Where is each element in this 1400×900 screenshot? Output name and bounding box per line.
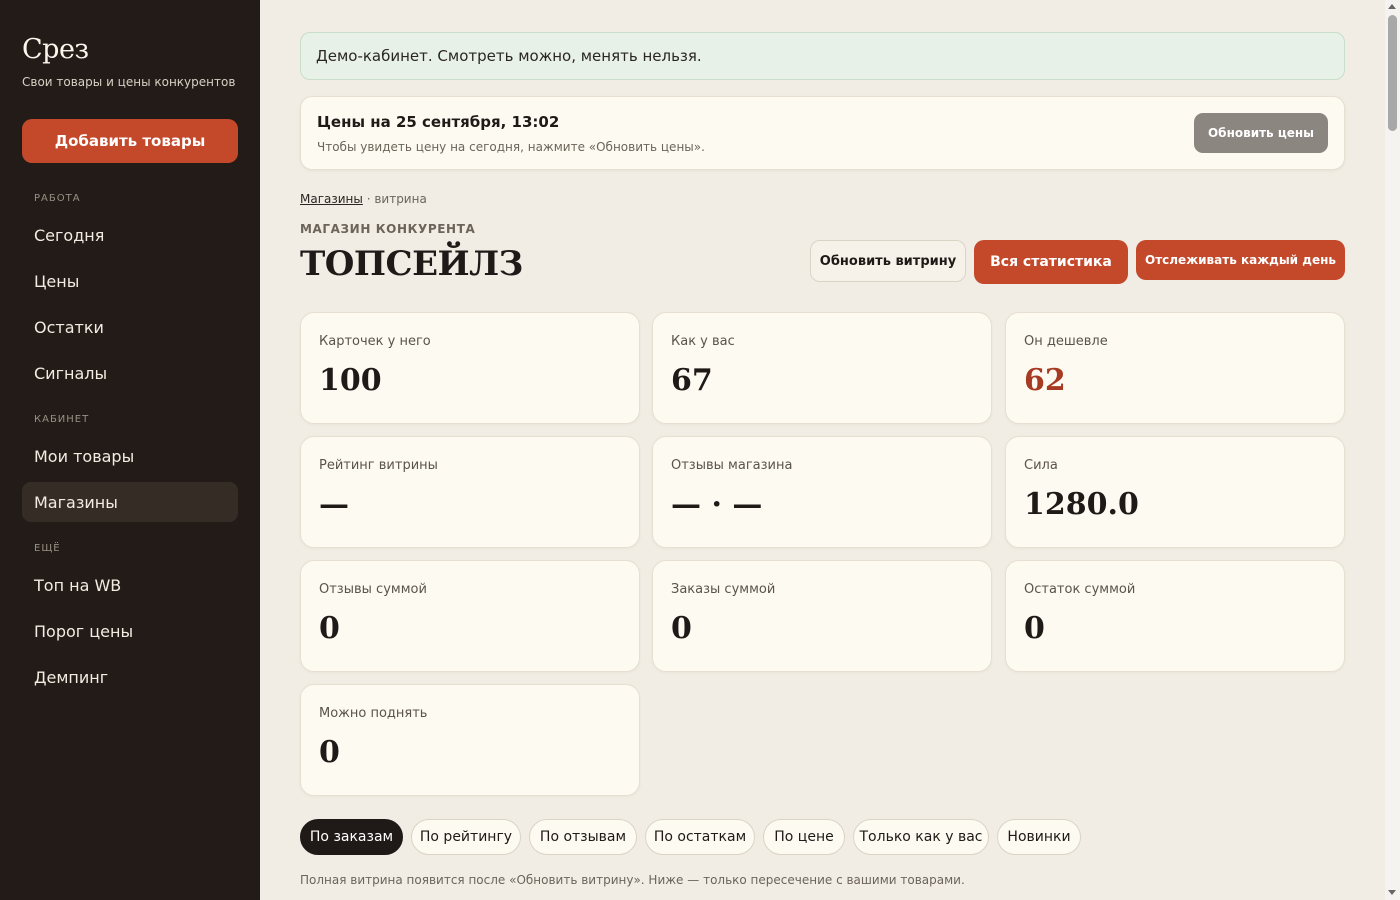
stat-label: Заказы суммой (671, 582, 776, 597)
nav-item-top-wb[interactable]: Топ на WB (22, 565, 238, 605)
prices-status-card: Цены на 25 сентября, 13:02 Чтобы увидеть… (300, 96, 1345, 170)
stat-card-same-as-yours: Как у вас 67 (652, 312, 992, 424)
breadcrumb: Магазины · витрина (300, 192, 427, 206)
page-title: ТОПСЕЙЛЗ (300, 244, 523, 284)
sort-chip-price[interactable]: По цене (763, 819, 845, 855)
sort-chip-same-only[interactable]: Только как у вас (853, 819, 989, 855)
stat-card-cheaper: Он дешевле 62 (1005, 312, 1345, 424)
nav-section-more: ЕЩЁ (34, 543, 61, 554)
demo-banner: Демо-кабинет. Смотреть можно, менять нел… (300, 32, 1345, 80)
stat-value: 0 (319, 735, 340, 770)
nav-item-shops[interactable]: Магазины (22, 482, 238, 522)
stat-value: — (319, 487, 349, 522)
shop-eyebrow: МАГАЗИН КОНКУРЕНТА (300, 222, 476, 236)
breadcrumb-separator: · (362, 192, 375, 206)
brand-logo[interactable]: Срез (22, 34, 89, 65)
sort-chip-new[interactable]: Новинки (997, 819, 1081, 855)
stat-label: Он дешевле (1024, 334, 1108, 349)
sidebar: Срез Свои товары и цены конкурентов Доба… (0, 0, 260, 900)
stat-label: Сила (1024, 458, 1058, 473)
nav-item-dumping[interactable]: Демпинг (22, 657, 238, 697)
breadcrumb-shops-link[interactable]: Магазины (300, 192, 363, 206)
stat-label: Отзывы магазина (671, 458, 793, 473)
stat-value: 0 (1024, 611, 1045, 646)
nav-section-work: РАБОТА (34, 193, 81, 204)
stat-card-stock-total: Остаток суммой 0 (1005, 560, 1345, 672)
nav-section-cabinet: КАБИНЕТ (34, 414, 90, 425)
stat-value: 0 (319, 611, 340, 646)
sort-chip-orders[interactable]: По заказам (300, 819, 403, 855)
track-daily-button[interactable]: Отслеживать каждый день (1136, 240, 1345, 280)
stat-card-cards: Карточек у него 100 (300, 312, 640, 424)
nav-item-price-threshold[interactable]: Порог цены (22, 611, 238, 651)
stat-label: Карточек у него (319, 334, 431, 349)
stat-value: 0 (671, 611, 692, 646)
brand-tagline: Свои товары и цены конкурентов (22, 75, 236, 89)
prices-date-title: Цены на 25 сентября, 13:02 (317, 113, 560, 131)
nav-item-signals[interactable]: Сигналы (22, 353, 238, 393)
stat-value: 62 (1024, 363, 1066, 398)
scroll-up-arrow-icon[interactable] (1388, 4, 1396, 9)
stat-card-can-raise: Можно поднять 0 (300, 684, 640, 796)
stat-label: Можно поднять (319, 706, 428, 721)
sort-chip-stock[interactable]: По остаткам (645, 819, 755, 855)
nav-item-today[interactable]: Сегодня (22, 215, 238, 255)
stat-label: Остаток суммой (1024, 582, 1136, 597)
breadcrumb-current: витрина (374, 192, 427, 206)
page-scrollbar[interactable] (1385, 0, 1400, 900)
stat-card-showcase-rating: Рейтинг витрины — (300, 436, 640, 548)
stat-label: Как у вас (671, 334, 735, 349)
stat-card-reviews-total: Отзывы суммой 0 (300, 560, 640, 672)
nav-item-my-products[interactable]: Мои товары (22, 436, 238, 476)
stat-value: 100 (319, 363, 382, 398)
nav-item-prices[interactable]: Цены (22, 261, 238, 301)
stat-card-orders-total: Заказы суммой 0 (652, 560, 992, 672)
nav-item-stock[interactable]: Остатки (22, 307, 238, 347)
sort-chip-reviews[interactable]: По отзывам (529, 819, 637, 855)
scroll-down-arrow-icon[interactable] (1388, 890, 1396, 895)
stat-card-shop-reviews: Отзывы магазина — · — (652, 436, 992, 548)
showcase-footnote: Полная витрина появится после «Обновить … (300, 873, 965, 887)
stat-card-strength: Сила 1280.0 (1005, 436, 1345, 548)
stat-label: Рейтинг витрины (319, 458, 438, 473)
refresh-prices-button[interactable]: Обновить цены (1194, 113, 1328, 153)
scrollbar-thumb[interactable] (1388, 15, 1397, 131)
add-products-button[interactable]: Добавить товары (22, 119, 238, 163)
stat-value: 67 (671, 363, 713, 398)
refresh-showcase-button[interactable]: Обновить витрину (810, 240, 966, 282)
stat-value: — · — (671, 487, 763, 522)
stat-label: Отзывы суммой (319, 582, 427, 597)
all-stats-button[interactable]: Вся статистика (974, 240, 1128, 284)
sort-chip-rating[interactable]: По рейтингу (411, 819, 521, 855)
prices-hint: Чтобы увидеть цену на сегодня, нажмите «… (317, 140, 705, 154)
stat-value: 1280.0 (1024, 487, 1139, 522)
